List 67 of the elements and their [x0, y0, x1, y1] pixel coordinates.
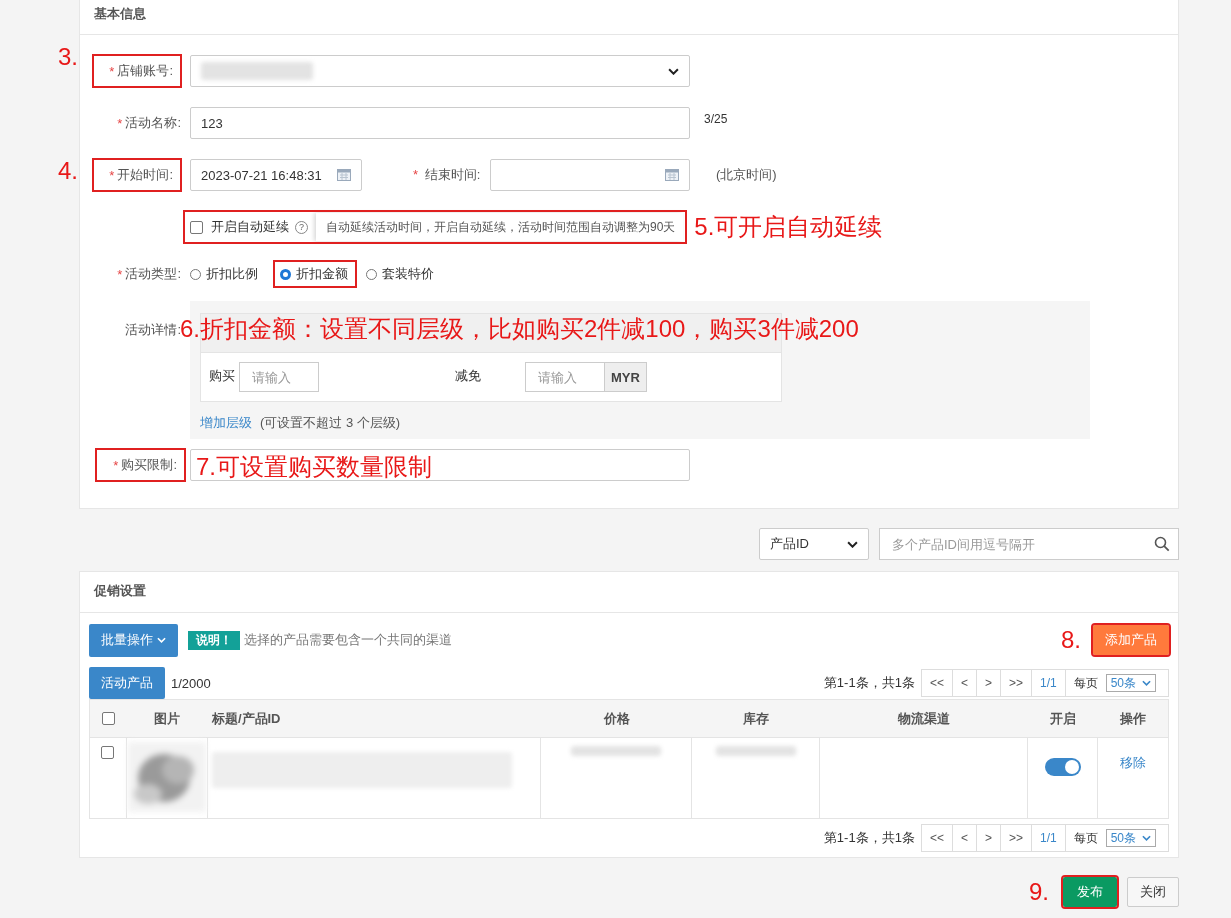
field-label: * 店铺账号: [93, 55, 181, 87]
per-page-select[interactable]: 50条 [1105, 674, 1156, 692]
quantity-field[interactable]: 请输入 [239, 362, 319, 392]
notice-text: 选择的产品需要包含一个共同的渠道 [244, 631, 452, 649]
column-header: 开启 [1049, 709, 1078, 728]
reduce-label: 减免 [455, 367, 481, 385]
tooltip: 自动延续活动时间，开启自动延续，活动时间范围自动调整为90天 [316, 213, 684, 241]
caret-icon [157, 637, 166, 643]
annotation: 6.折扣金额：设置不同层级，比如购买2件减100，购买3件减200 [180, 314, 859, 344]
column-header: 标题/产品ID [210, 709, 282, 728]
row-checkbox[interactable] [101, 746, 115, 759]
pagination-summary: 第1-1条，共1条 [823, 674, 915, 692]
calendar-icon [337, 169, 351, 181]
annotation: 5.可开启自动延续 [694, 212, 883, 242]
field-label: * 开始时间: [93, 159, 181, 191]
checkbox[interactable] [190, 220, 203, 234]
field-label: * 购买限制: [96, 449, 185, 481]
radio-option[interactable]: 折扣金额 [274, 261, 356, 287]
end-time-field[interactable] [490, 159, 690, 191]
field-label: 活动详情: [124, 321, 181, 339]
batch-actions-button[interactable]: 批量操作 [89, 623, 178, 657]
annotation: 3. [58, 43, 78, 71]
field-label: * 结束时间: [413, 166, 481, 184]
notice-tag: 说明！ [188, 630, 240, 650]
caret-icon [847, 540, 858, 548]
pagination-summary: 第1-1条，共1条 [823, 829, 915, 847]
select-all-checkbox[interactable] [102, 712, 115, 725]
purchase-limit-field[interactable] [190, 449, 690, 481]
close-button[interactable]: 关闭 [1127, 877, 1179, 907]
column-header: 操作 [1119, 709, 1148, 728]
search-field[interactable]: 多个产品ID间用逗号隔开 [879, 528, 1179, 560]
per-page-select[interactable]: 50条 [1105, 829, 1156, 847]
toggle-switch[interactable] [1044, 758, 1081, 776]
column-header: 价格 [602, 709, 631, 728]
field-label: * 活动类型: [116, 265, 181, 284]
amount-field[interactable]: 请输入 [525, 362, 605, 392]
annotation: 7.可设置购买数量限制 [196, 452, 432, 482]
caret-icon [1142, 680, 1151, 686]
active-products-tab[interactable]: 活动产品 [89, 667, 165, 699]
product-count: 1/2000 [171, 675, 211, 691]
buy-label: 购买 [209, 367, 235, 385]
section-title: 基本信息 [80, 0, 1178, 35]
radio-option[interactable]: 套装特价 [366, 261, 440, 287]
caret-icon [1142, 835, 1151, 841]
tier-limit-note: (可设置不超过 3 个层级) [260, 414, 401, 432]
publish-button[interactable]: 发布 [1063, 877, 1117, 907]
calendar-icon [665, 169, 679, 181]
column-header: 物流渠道 [897, 709, 952, 728]
annotation: 9. [1029, 878, 1049, 906]
currency-addon: MYR [605, 362, 647, 392]
radio-option[interactable]: 折扣比例 [190, 261, 264, 287]
annotation: 8. [1061, 626, 1081, 654]
column-header: 库存 [742, 709, 771, 728]
add-tier-link[interactable]: 增加层级 [200, 414, 252, 432]
column-header: 图片 [153, 709, 182, 728]
character-count: 3/25 [704, 112, 728, 126]
annotation: 4. [58, 157, 78, 185]
checkbox-label: 开启自动延续 [211, 218, 289, 236]
caret-icon [668, 67, 679, 75]
remove-link[interactable]: 移除 [1120, 754, 1147, 772]
section-title: 促销设置 [80, 572, 1178, 613]
timezone-note: (北京时间) [716, 166, 777, 184]
search-icon [1154, 536, 1170, 552]
start-time-field[interactable]: 2023-07-21 16:48:31 [190, 159, 362, 191]
activity-name-field[interactable]: 123 [190, 107, 690, 139]
search-type-select[interactable]: 产品ID [759, 528, 869, 560]
field-label: * 活动名称: [116, 114, 181, 133]
